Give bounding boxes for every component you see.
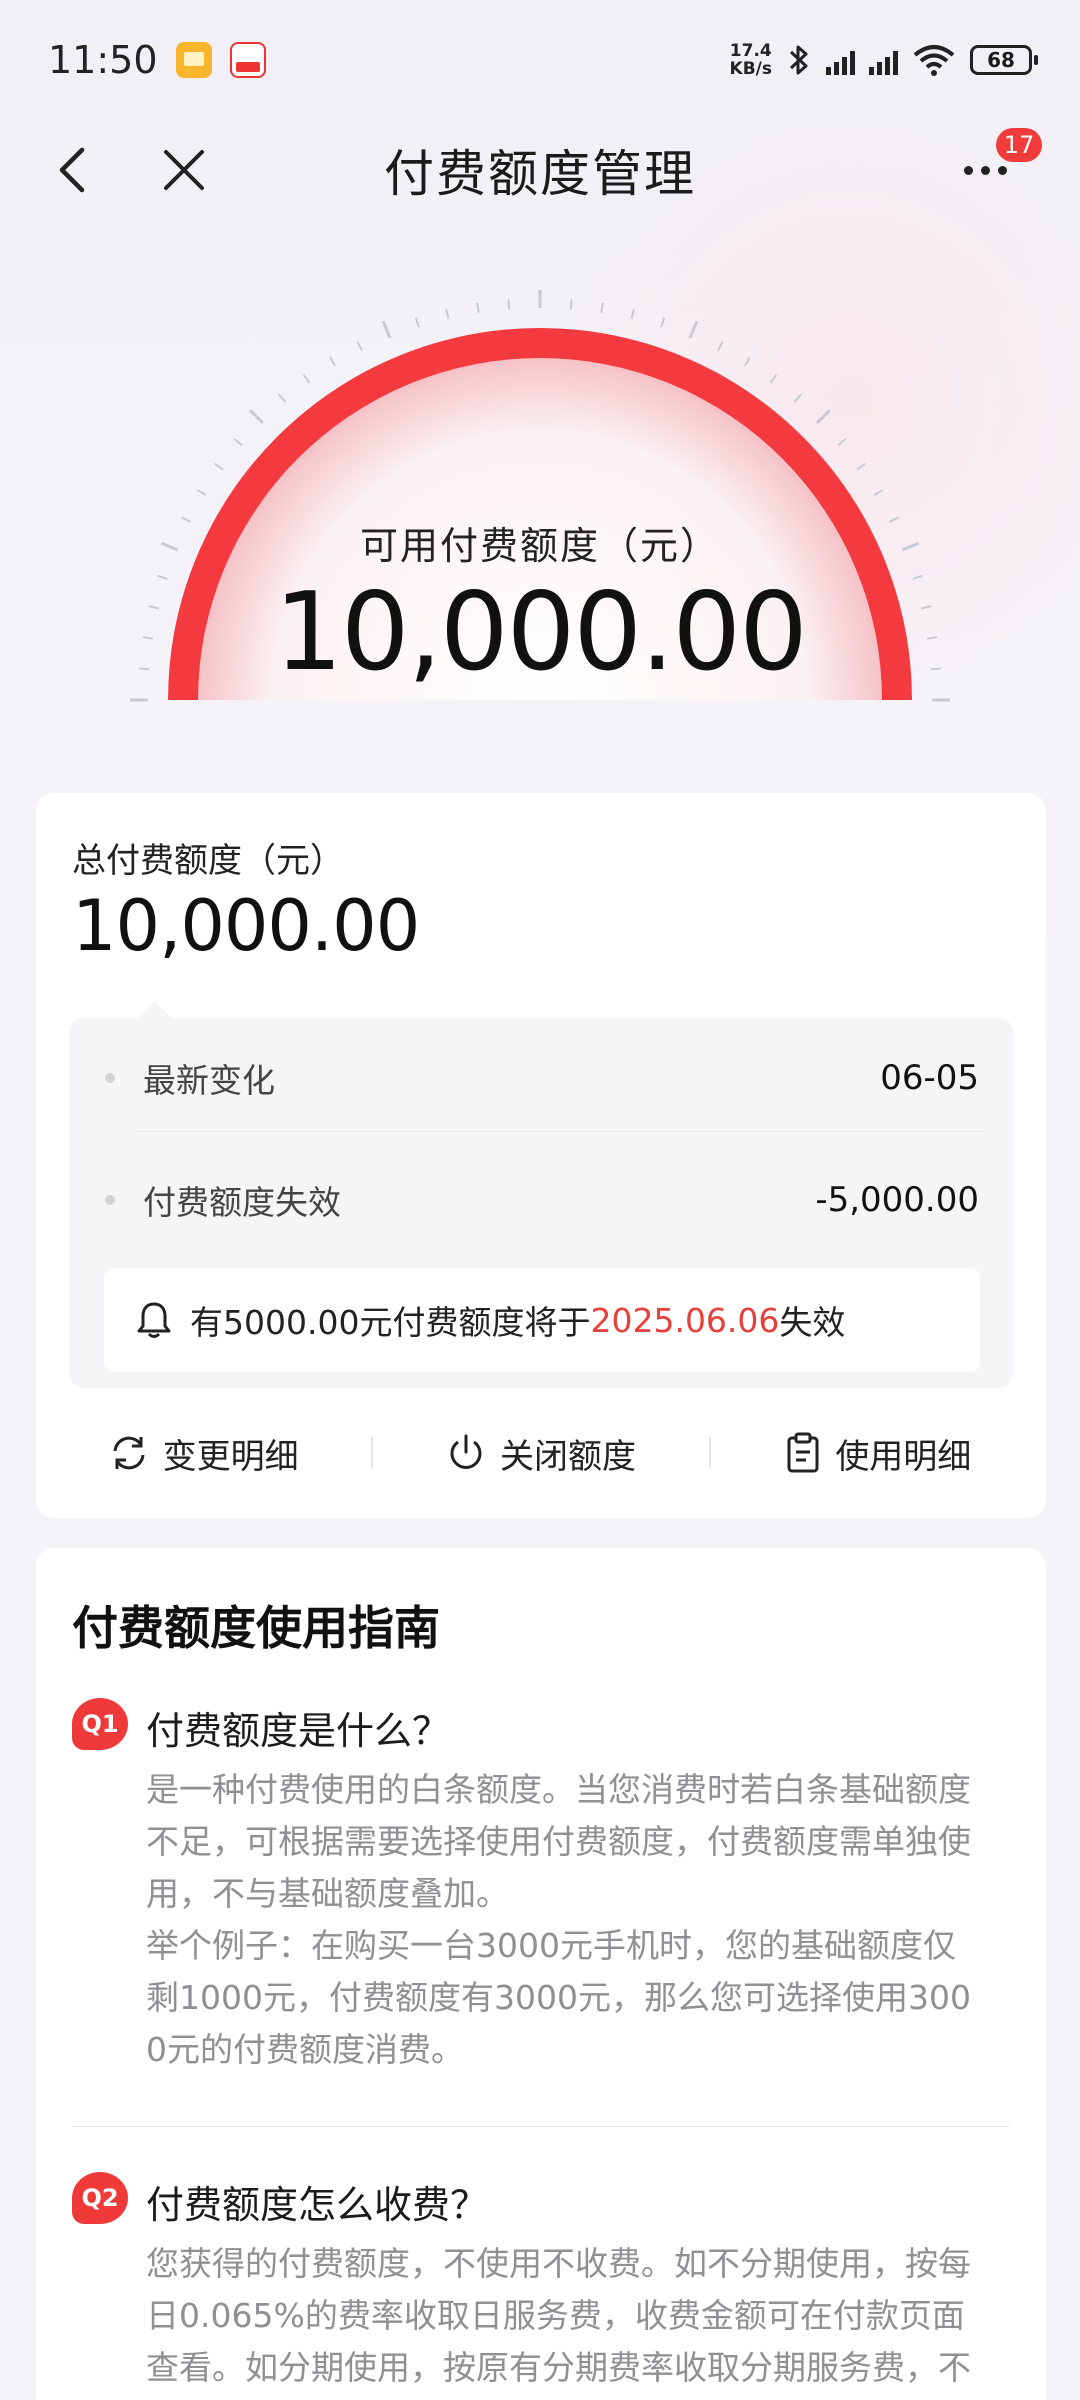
available-quota-label: 可用付费额度（元） xyxy=(359,524,720,568)
q1-line: 不足，可根据需要选择使用付费额度，付费额度需单独使 xyxy=(146,1822,971,1861)
page-title: 付费额度管理 xyxy=(384,145,696,203)
gallery-app-icon xyxy=(175,42,212,78)
quota-change-box: 最新变化 06-05 付费额度失效 -5,000.00 有5000.00元付费额… xyxy=(69,1002,1013,1388)
q2-badge: Q2 xyxy=(72,2172,128,2224)
divider xyxy=(72,2126,1010,2127)
q1-body: 是一种付费使用的白条额度。当您消费时若白条基础额度 不足，可根据需要选择使用付费… xyxy=(146,1764,1016,2076)
gauge-tick xyxy=(507,299,511,310)
usage-detail-button[interactable]: 使用明细 xyxy=(711,1429,1046,1478)
gauge-tick xyxy=(856,462,866,471)
gauge-tick xyxy=(476,302,480,313)
battery-icon: 68 xyxy=(970,45,1038,75)
change-detail-button[interactable]: 变更明细 xyxy=(36,1429,371,1478)
gauge-tick xyxy=(717,341,724,352)
notification-badge: 17 xyxy=(996,128,1042,162)
divider xyxy=(137,1131,985,1132)
gauge-tick xyxy=(743,356,751,367)
refresh-icon xyxy=(113,1436,145,1470)
status-time: 11:50 xyxy=(48,38,158,82)
gauge-tick xyxy=(214,462,224,471)
gauge-tick xyxy=(196,489,207,497)
q1-title: 付费额度是什么？ xyxy=(146,1709,451,1753)
page: 11:50 17.4 KB/s 68 付费额度管理 17 可用付费额度（元） 1… xyxy=(0,0,1080,2400)
back-icon[interactable] xyxy=(52,144,92,196)
q1-line: 举个例子：在购买一台3000元手机时，您的基础额度仅 xyxy=(146,1926,956,1965)
usage-detail-label: 使用明细 xyxy=(835,1436,972,1477)
q2-line: 日0.065%的费率收取日服务费，收费金额可在付款页面 xyxy=(146,2296,965,2335)
bullet-dot xyxy=(105,1073,115,1083)
power-icon xyxy=(450,1434,482,1469)
gauge-tick xyxy=(630,308,635,320)
latest-change-value: 06-05 xyxy=(880,1058,979,1098)
network-speed-value: 17.4 xyxy=(729,41,772,61)
expire-notice: 有5000.00元付费额度将于 2025.06.06 失效 xyxy=(104,1268,980,1372)
gauge-tick xyxy=(837,438,847,447)
gauge-tick xyxy=(816,409,831,424)
latest-change-label: 最新变化 xyxy=(143,1061,275,1100)
gauge-tick xyxy=(445,308,450,320)
gauge-tick xyxy=(873,489,884,497)
close-icon[interactable] xyxy=(160,146,208,194)
gauge-tick xyxy=(414,317,420,328)
gauge-tick xyxy=(356,341,363,352)
change-detail-label: 变更明细 xyxy=(162,1436,299,1477)
gauge-tick xyxy=(302,374,311,384)
nav-bar: 付费额度管理 17 xyxy=(0,120,1080,220)
gauge-tick xyxy=(249,409,264,424)
wifi-icon xyxy=(913,45,955,76)
close-quota-label: 关闭额度 xyxy=(499,1436,636,1477)
status-bar: 11:50 17.4 KB/s 68 xyxy=(0,0,1080,120)
quota-expire-label: 付费额度失效 xyxy=(143,1183,341,1222)
gauge-tick xyxy=(233,438,243,447)
shopping-app-icon xyxy=(229,42,266,78)
clipboard-icon xyxy=(787,1432,819,1473)
available-quota-value: 10,000.00 xyxy=(274,570,808,695)
q2-title: 付费额度怎么收费？ xyxy=(146,2183,489,2227)
available-quota-gauge: 可用付费额度（元） 10,000.00 xyxy=(0,280,1080,710)
q1-badge: Q1 xyxy=(72,1698,128,1750)
q1-line: 用，不与基础额度叠加。 xyxy=(146,1874,509,1913)
latest-change-row: 最新变化 06-05 xyxy=(69,1048,1013,1108)
signal-hd-icon xyxy=(869,45,898,75)
gauge-tick xyxy=(793,393,802,403)
gauge-tick xyxy=(329,356,337,367)
total-quota-label: 总付费额度（元） xyxy=(72,841,344,881)
bluetooth-icon xyxy=(789,45,808,75)
close-quota-button[interactable]: 关闭额度 xyxy=(373,1429,708,1478)
network-speed: 17.4 KB/s xyxy=(730,42,772,78)
notice-date: 2025.06.06 xyxy=(590,1300,780,1340)
network-speed-unit: KB/s xyxy=(729,59,772,79)
action-bar: 变更明细 关闭额度 使用明细 xyxy=(36,1408,1046,1498)
gauge-tick xyxy=(688,320,699,339)
quota-guide-card: 付费额度使用指南 Q1 付费额度是什么？ 是一种付费使用的白条额度。当您消费时若… xyxy=(36,1548,1046,2400)
gauge-tick xyxy=(278,393,287,403)
q1-line: 0元的付费额度消费。 xyxy=(146,2030,464,2069)
q1-line: 剩1000元，付费额度有3000元，那么您可选择使用300 xyxy=(146,1978,971,2017)
guide-title: 付费额度使用指南 xyxy=(72,1601,440,1655)
gauge-tick xyxy=(769,374,778,384)
bell-icon xyxy=(137,1302,171,1338)
quota-expire-value: -5,000.00 xyxy=(815,1180,979,1220)
total-quota-value: 10,000.00 xyxy=(72,885,420,967)
quota-expire-row: 付费额度失效 -5,000.00 xyxy=(69,1170,1013,1230)
q2-line: 查看。如分期使用，按原有分期费率收取分期服务费，不 xyxy=(146,2348,971,2387)
gauge-tick xyxy=(600,302,604,313)
gauge-tick xyxy=(569,299,573,310)
gauge-tick xyxy=(660,317,666,328)
bullet-dot xyxy=(105,1195,115,1205)
signal-hd-icon xyxy=(826,45,855,75)
q2-body: 您获得的付费额度，不使用不收费。如不分期使用，按每 日0.065%的费率收取日服… xyxy=(146,2238,1016,2394)
gauge-tick xyxy=(381,320,392,339)
notice-suffix: 失效 xyxy=(779,1303,846,1342)
notice-prefix: 有5000.00元付费额度将于 xyxy=(190,1303,591,1342)
q1-line: 是一种付费使用的白条额度。当您消费时若白条基础额度 xyxy=(146,1770,971,1809)
q2-line: 您获得的付费额度，不使用不收费。如不分期使用，按每 xyxy=(146,2244,971,2283)
status-right: 17.4 KB/s 68 xyxy=(730,42,1038,78)
quota-summary-card: 总付费额度（元） 10,000.00 最新变化 06-05 付费额度失效 -5,… xyxy=(36,793,1046,1518)
